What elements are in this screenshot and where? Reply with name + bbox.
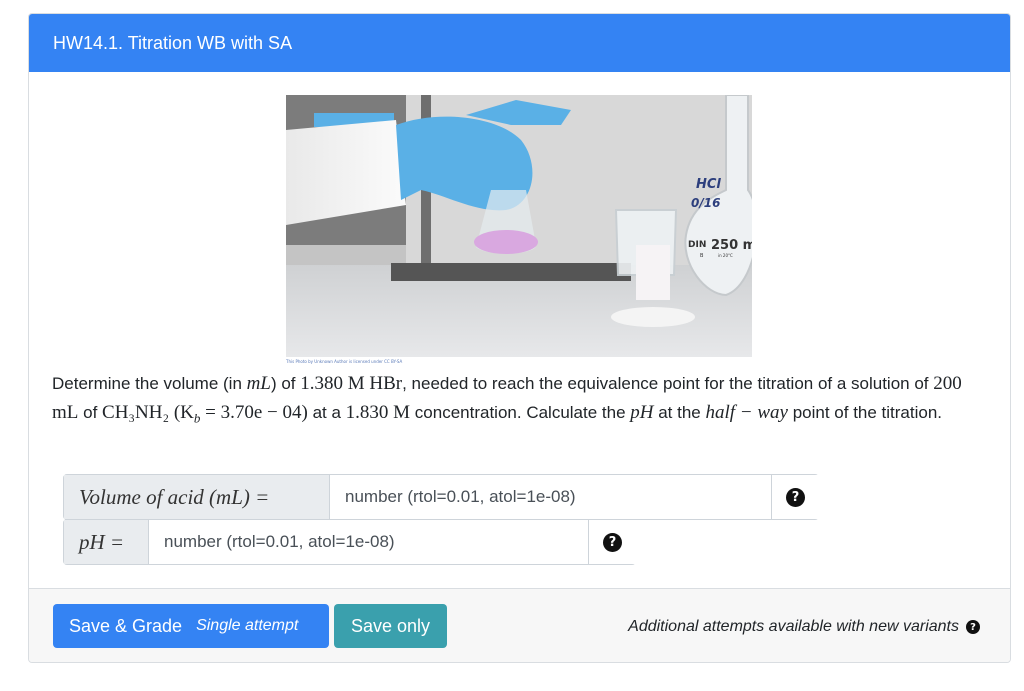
ph-input[interactable]: [150, 520, 588, 564]
flask-label-temp: in 20°C: [718, 253, 733, 258]
card-footer: Save & Grade Single attempt Save only Ad…: [29, 588, 1010, 662]
card-header: HW14.1. Titration WB with SA: [29, 14, 1010, 72]
question-text-part: concentration. Calculate the: [410, 402, 631, 422]
question-title: HW14.1. Titration WB with SA: [53, 33, 293, 53]
question-text: Determine the volume (in mL) of 1.380 M …: [52, 370, 987, 432]
flask-label-b: B: [700, 253, 704, 259]
titration-illustration: HCl 0/16 DIN 250 ml B in 20°C: [286, 95, 752, 357]
math-concentration: 1.830 M: [345, 401, 411, 423]
question-card: HW14.1. Titration WB with SA HCl 0/16 DI…: [28, 13, 1011, 663]
volume-input-label: Volume of acid (mL) =: [64, 475, 330, 519]
volume-help-button[interactable]: ?: [771, 475, 819, 519]
flask-marking-number: 0/16: [691, 196, 720, 210]
math-acid: 1.380 M HBr: [300, 373, 403, 394]
save-grade-button[interactable]: Save & Grade Single attempt: [53, 604, 329, 648]
save-only-button[interactable]: Save only: [334, 604, 447, 648]
math-unit: mL: [246, 373, 271, 394]
save-grade-label: Save & Grade: [69, 615, 183, 636]
math-ph: pH: [630, 401, 654, 423]
question-mark-icon: ?: [603, 532, 622, 552]
ph-help-button[interactable]: ?: [588, 520, 636, 564]
photo-credit[interactable]: This Photo by Unknown Author is licensed…: [286, 359, 402, 364]
math-half-way: half − way: [705, 401, 788, 423]
flask-label-volume: 250 ml: [711, 238, 752, 253]
question-text-part: , needed to reach the equivalence point …: [402, 374, 934, 393]
question-mark-icon: ?: [786, 487, 805, 507]
question-text-part: of: [78, 402, 103, 422]
question-text-part: point of the titration.: [787, 402, 943, 422]
save-grade-sub-label: Single attempt: [196, 617, 299, 634]
question-text-part: Determine the volume (in: [52, 374, 247, 393]
question-text-part: ) of: [270, 374, 301, 393]
volume-input-group: Volume of acid (mL) = ?: [63, 474, 819, 520]
attempts-text: Additional attempts available with new v…: [628, 618, 959, 635]
volume-input[interactable]: [331, 475, 771, 519]
flask-marking-hcl: HCl: [696, 177, 721, 192]
attempts-info: Additional attempts available with new v…: [628, 618, 980, 636]
math-base: CH₃NH₂ (K: [102, 401, 194, 423]
titration-photo: HCl 0/16 DIN 250 ml B in 20°C: [286, 95, 752, 357]
question-circle-icon[interactable]: ?: [966, 620, 980, 634]
math-kb-value: = 3.70e − 04): [200, 401, 308, 423]
flask-label-din: DIN: [688, 240, 706, 250]
ph-input-label: pH =: [64, 520, 149, 564]
question-text-part: at the: [653, 402, 706, 422]
ph-input-group: pH = ?: [63, 519, 636, 565]
question-text-part: at a: [307, 402, 346, 422]
